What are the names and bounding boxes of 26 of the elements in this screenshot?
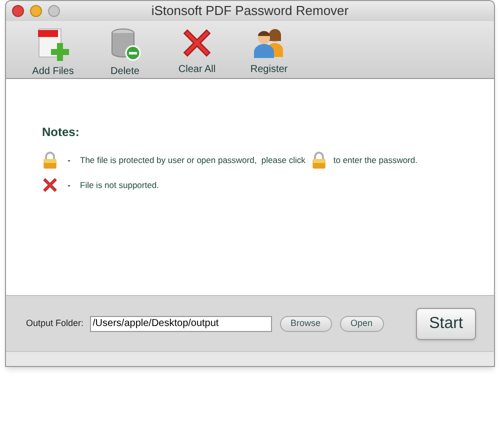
pdf-add-icon <box>37 27 69 61</box>
clear-cross-icon <box>181 27 213 59</box>
zoom-button[interactable] <box>48 5 60 17</box>
toolbar-button[interactable]: Add Files <box>28 27 78 79</box>
notes-heading: Notes: <box>42 124 80 141</box>
folder-button[interactable]: Open <box>340 316 384 332</box>
toolbar-button[interactable]: Clear All <box>172 27 222 77</box>
dash: - <box>66 179 72 192</box>
window-title: iStonsoft PDF Password Remover <box>151 2 349 20</box>
output-folder-field[interactable]: /Users/apple/Desktop/output <box>90 316 272 332</box>
padlock-icon <box>42 151 58 170</box>
note-text: The file is protected by user or open password, please click <box>80 154 306 167</box>
toolbar-button[interactable]: Register <box>244 27 294 77</box>
dash: - <box>66 154 72 167</box>
padlock-icon <box>311 151 328 170</box>
database-remove-icon <box>109 27 141 61</box>
close-button[interactable] <box>12 5 24 17</box>
minimize-button[interactable] <box>30 5 42 17</box>
start-button[interactable]: Start <box>416 308 476 340</box>
output-folder-label: Output Folder: <box>26 316 84 330</box>
cross-icon <box>42 177 58 194</box>
toolbar-button[interactable]: Delete <box>100 27 150 79</box>
folder-button[interactable]: Browse <box>280 316 332 332</box>
note-text: File is not supported. <box>80 179 159 192</box>
note-text: to enter the password. <box>333 154 418 167</box>
users-icon <box>252 27 286 59</box>
